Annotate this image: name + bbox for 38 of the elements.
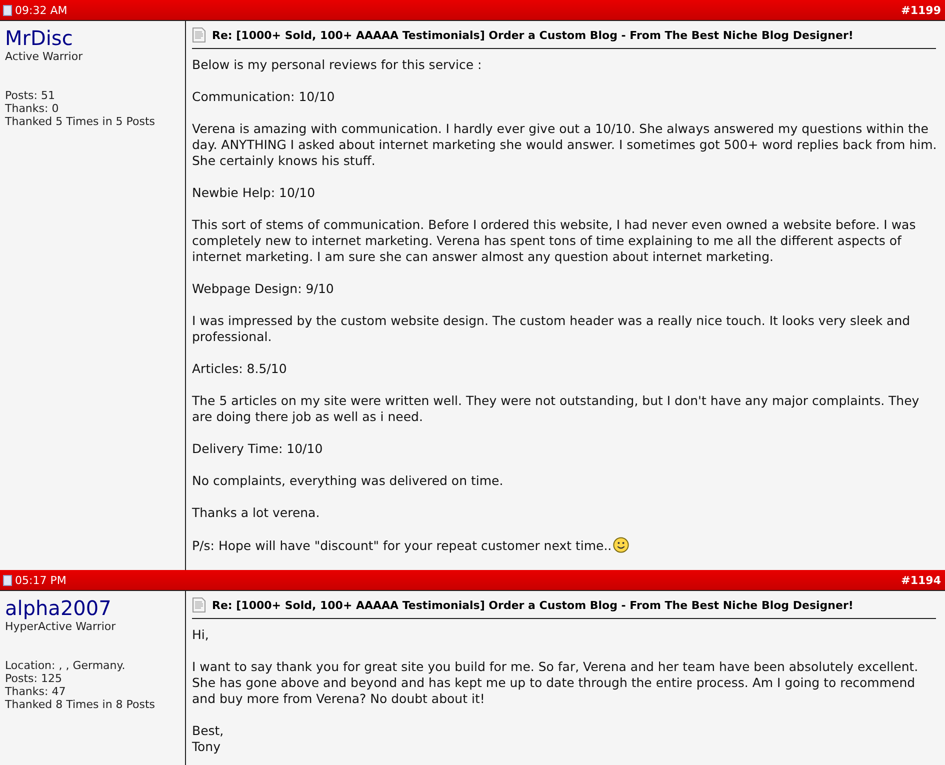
post-paragraph: Newbie Help: 10/10 [192, 185, 316, 201]
document-icon [192, 27, 206, 43]
post-paragraph: Communication: 10/10 [192, 89, 336, 105]
post-time: 05:17 PM [15, 574, 66, 586]
document-icon [192, 597, 206, 613]
post-paragraph: Best, Tony [192, 723, 225, 755]
user-stat: Thanks: 0 [5, 102, 60, 115]
user-stat: Thanks: 47 [5, 685, 67, 698]
post-number-link[interactable]: #1194 [901, 574, 941, 586]
post-paragraph: Delivery Time: 10/10 [192, 441, 324, 457]
post-number-link[interactable]: #1199 [901, 4, 941, 16]
username-link[interactable]: alpha2007 [5, 596, 185, 620]
user-stat: Location: , , Germany. [5, 659, 126, 672]
user-stat: Posts: 125 [5, 672, 63, 685]
document-icon [3, 574, 12, 586]
user-rank: Active Warrior [5, 50, 84, 63]
post-title: Re: [1000+ Sold, 100+ AAAAA Testimonials] Order a Custom Blog - From The Best Niche Blog Designer! [212, 598, 854, 612]
document-icon [3, 4, 12, 16]
post-paragraph: I want to say thank you for great site you build for me. So far, Verena and her team have been absolutely excellent. She has gone above and beyond and has kept me up to date through the entire process. Am I going to recommend and buy more from Verena? No doubt about it! [192, 659, 920, 707]
post-paragraph: No complaints, everything was delivered on time. [192, 473, 504, 489]
username-link[interactable]: MrDisc [5, 26, 185, 50]
user-stat: Thanked 5 Times in 5 Posts [5, 115, 156, 128]
post-paragraph: Thanks a lot verena. [192, 505, 321, 521]
post-paragraph: This sort of stems of communication. Before I ordered this website, I had never even owned a website before. I was completely new to internet marketing. Verena has spent tons of time explaining to me all the different aspects of internet marketing. I am sure she can answer almost any question about internet marketing. [192, 217, 917, 265]
post-paragraph: Verena is amazing with communication. I hardly ever give out a 10/10. She always answered my questions within the day. ANYTHING I asked about internet marketing she would answer. I sometimes got 500+ word replies back from him. She certainly knows his stuff. [192, 121, 938, 169]
post-paragraph: P/s: Hope will have "discount" for your repeat customer next time.. [192, 537, 942, 554]
post-paragraph: Hi, [192, 627, 210, 643]
post-paragraph: Articles: 8.5/10 [192, 361, 288, 377]
post-paragraph: I was impressed by the custom website design. The custom header was a really nice touch. It looks very sleek and professional. [192, 313, 912, 345]
user-rank: HyperActive Warrior [5, 620, 117, 633]
post-paragraph: Below is my personal reviews for this service : [192, 57, 483, 73]
post-paragraph: The 5 articles on my site were written well. They were not outstanding, but I don't have any major complaints. They are doing there job as well as i need. [192, 393, 920, 425]
smiley-icon [612, 537, 629, 553]
post-time: 09:32 AM [15, 4, 68, 16]
user-stat: Posts: 51 [5, 89, 56, 102]
post-paragraph: Webpage Design: 9/10 [192, 281, 335, 297]
post-title: Re: [1000+ Sold, 100+ AAAAA Testimonials] Order a Custom Blog - From The Best Niche Blog Designer! [212, 28, 854, 42]
user-stat: Thanked 8 Times in 8 Posts [5, 698, 156, 711]
